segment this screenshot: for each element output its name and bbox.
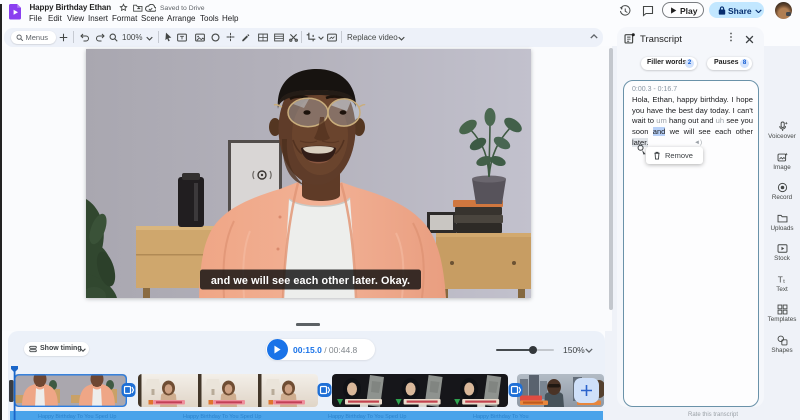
svg-text:Happy Birthday To You Sped Up: Happy Birthday To You Sped Up — [328, 414, 406, 420]
svg-text:Happy Birthday To You: Happy Birthday To You — [473, 414, 529, 420]
svg-text:and we will see each other lat: and we will see each other later. Okay. — [210, 275, 409, 287]
svg-text:T: T — [777, 275, 782, 284]
svg-text:t: t — [783, 278, 785, 284]
svg-text:Happy Birthday To You Sped Up: Happy Birthday To You Sped Up — [38, 414, 116, 420]
svg-text:Happy Birthday To You Sped Up: Happy Birthday To You Sped Up — [183, 414, 261, 420]
